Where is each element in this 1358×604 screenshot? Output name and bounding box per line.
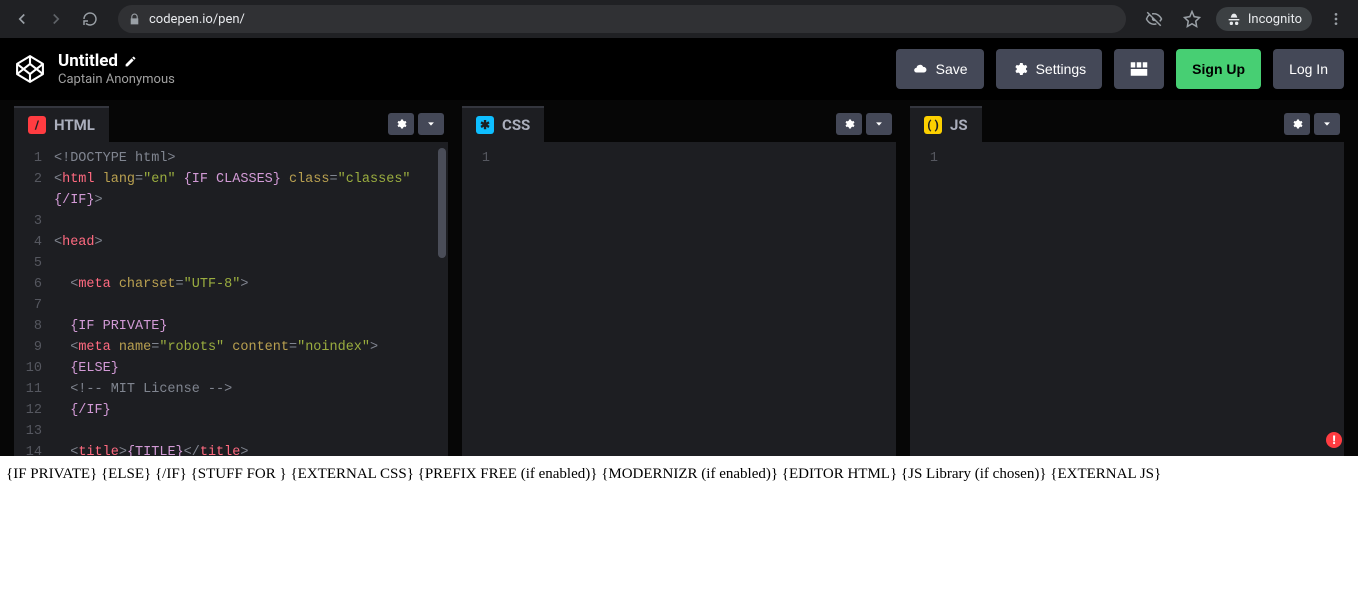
url-text: codepen.io/pen/ <box>149 12 245 27</box>
save-button[interactable]: Save <box>896 49 984 89</box>
gear-icon <box>843 118 855 130</box>
editor-css: ✱ CSS 1 <box>462 106 896 456</box>
css-settings-button[interactable] <box>836 113 862 135</box>
code-content <box>946 142 1344 456</box>
js-code-area[interactable]: 1 <box>910 142 1344 456</box>
html-settings-button[interactable] <box>388 113 414 135</box>
code-content <box>498 142 896 456</box>
line-gutter: 12 34567891011121314 <box>14 142 50 456</box>
browser-forward-button[interactable] <box>42 5 70 33</box>
gear-icon <box>395 118 407 130</box>
tab-html[interactable]: / HTML <box>14 106 109 142</box>
editors-container: / HTML 12 34567891011121314 <!DOCTYPE ht… <box>0 100 1358 456</box>
chevron-down-icon <box>1322 119 1332 129</box>
browser-menu-button[interactable] <box>1322 5 1350 33</box>
tab-css[interactable]: ✱ CSS <box>462 106 544 142</box>
signup-button[interactable]: Sign Up <box>1176 49 1261 89</box>
lock-icon <box>128 13 141 26</box>
gear-icon <box>1291 118 1303 130</box>
app-header: Untitled Captain Anonymous Save Settings… <box>0 38 1358 100</box>
scrollbar-thumb[interactable] <box>438 148 446 258</box>
tab-js[interactable]: ( ) JS <box>910 106 982 142</box>
gear-icon <box>1012 61 1028 77</box>
html-dropdown-button[interactable] <box>418 113 444 135</box>
js-settings-button[interactable] <box>1284 113 1310 135</box>
incognito-label: Incognito <box>1248 12 1302 27</box>
chevron-down-icon <box>426 119 436 129</box>
incognito-badge[interactable]: Incognito <box>1216 7 1312 31</box>
js-dropdown-button[interactable] <box>1314 113 1340 135</box>
editor-js: ( ) JS 1 <box>910 106 1344 456</box>
css-badge-icon: ✱ <box>476 116 494 134</box>
pencil-icon <box>124 55 137 68</box>
css-dropdown-button[interactable] <box>866 113 892 135</box>
codepen-logo[interactable] <box>14 53 46 85</box>
html-badge-icon: / <box>28 116 46 134</box>
js-badge-icon: ( ) <box>924 116 942 134</box>
browser-address-bar: codepen.io/pen/ Incognito <box>0 0 1358 38</box>
browser-back-button[interactable] <box>8 5 36 33</box>
css-code-area[interactable]: 1 <box>462 142 896 456</box>
layout-icon <box>1130 61 1148 77</box>
browser-reload-button[interactable] <box>76 5 104 33</box>
pen-author: Captain Anonymous <box>58 72 884 87</box>
chevron-down-icon <box>874 119 884 129</box>
star-icon[interactable] <box>1178 5 1206 33</box>
line-gutter: 1 <box>910 142 946 456</box>
layout-button[interactable] <box>1114 49 1164 89</box>
cloud-icon <box>912 62 928 76</box>
login-button[interactable]: Log In <box>1273 49 1344 89</box>
pen-title[interactable]: Untitled <box>58 51 884 71</box>
preview-output: {IF PRIVATE} {ELSE} {/IF} {STUFF FOR } {… <box>0 456 1358 604</box>
editor-html: / HTML 12 34567891011121314 <!DOCTYPE ht… <box>14 106 448 456</box>
line-gutter: 1 <box>462 142 498 456</box>
settings-button[interactable]: Settings <box>996 49 1103 89</box>
code-content: <!DOCTYPE html><html lang="en" {IF CLASS… <box>50 142 448 456</box>
browser-url-input[interactable]: codepen.io/pen/ <box>118 5 1126 33</box>
html-code-area[interactable]: 12 34567891011121314 <!DOCTYPE html><htm… <box>14 142 448 456</box>
error-indicator[interactable]: ! <box>1326 432 1342 448</box>
incognito-icon <box>1226 11 1242 27</box>
eye-off-icon[interactable] <box>1140 5 1168 33</box>
